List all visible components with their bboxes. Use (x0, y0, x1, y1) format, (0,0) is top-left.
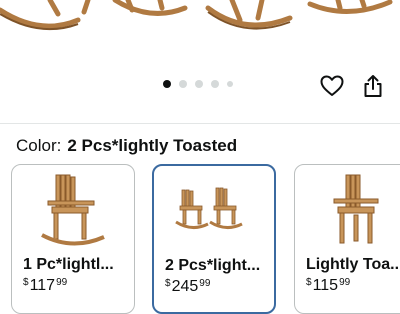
option-title: Lightly Toa... (306, 256, 400, 273)
option-price: $24599 (165, 278, 211, 295)
carousel-dot[interactable] (179, 80, 187, 88)
option-price: $11599 (306, 277, 351, 294)
heart-icon (320, 75, 344, 96)
favorite-button[interactable] (318, 72, 346, 100)
option-thumbnail (295, 173, 400, 253)
two-rocking-chairs-image (175, 187, 243, 229)
variation-selected-value: 2 Pcs*lightly Toasted (67, 136, 238, 155)
carousel-dot[interactable] (227, 81, 233, 87)
variation-option-card[interactable]: 1 Pc*lightl... $11799 (11, 164, 135, 314)
image-carousel-dots (163, 80, 233, 88)
carousel-dot[interactable] (163, 80, 171, 88)
carousel-dot[interactable] (211, 80, 219, 88)
share-button[interactable] (359, 72, 387, 100)
section-divider (0, 123, 400, 124)
option-title: 2 Pcs*light... (165, 257, 261, 274)
rocking-chair-image (41, 174, 105, 246)
rocking-chairs-photo (0, 0, 393, 31)
carousel-dot[interactable] (195, 80, 203, 88)
variation-label: Color: (16, 136, 62, 155)
variation-header: Color: 2 Pcs*lightly Toasted (16, 136, 237, 156)
product-hero-image[interactable] (0, 0, 400, 62)
option-thumbnail (12, 173, 134, 253)
variation-option-card-selected[interactable]: 2 Pcs*light... $24599 (152, 164, 276, 314)
adirondack-chair-image (333, 174, 379, 244)
option-title: 1 Pc*lightl... (23, 256, 114, 273)
share-icon (364, 75, 382, 97)
variation-option-card[interactable]: Lightly Toa... $11599 (294, 164, 400, 314)
option-thumbnail (154, 174, 274, 254)
option-price: $11799 (23, 277, 68, 294)
